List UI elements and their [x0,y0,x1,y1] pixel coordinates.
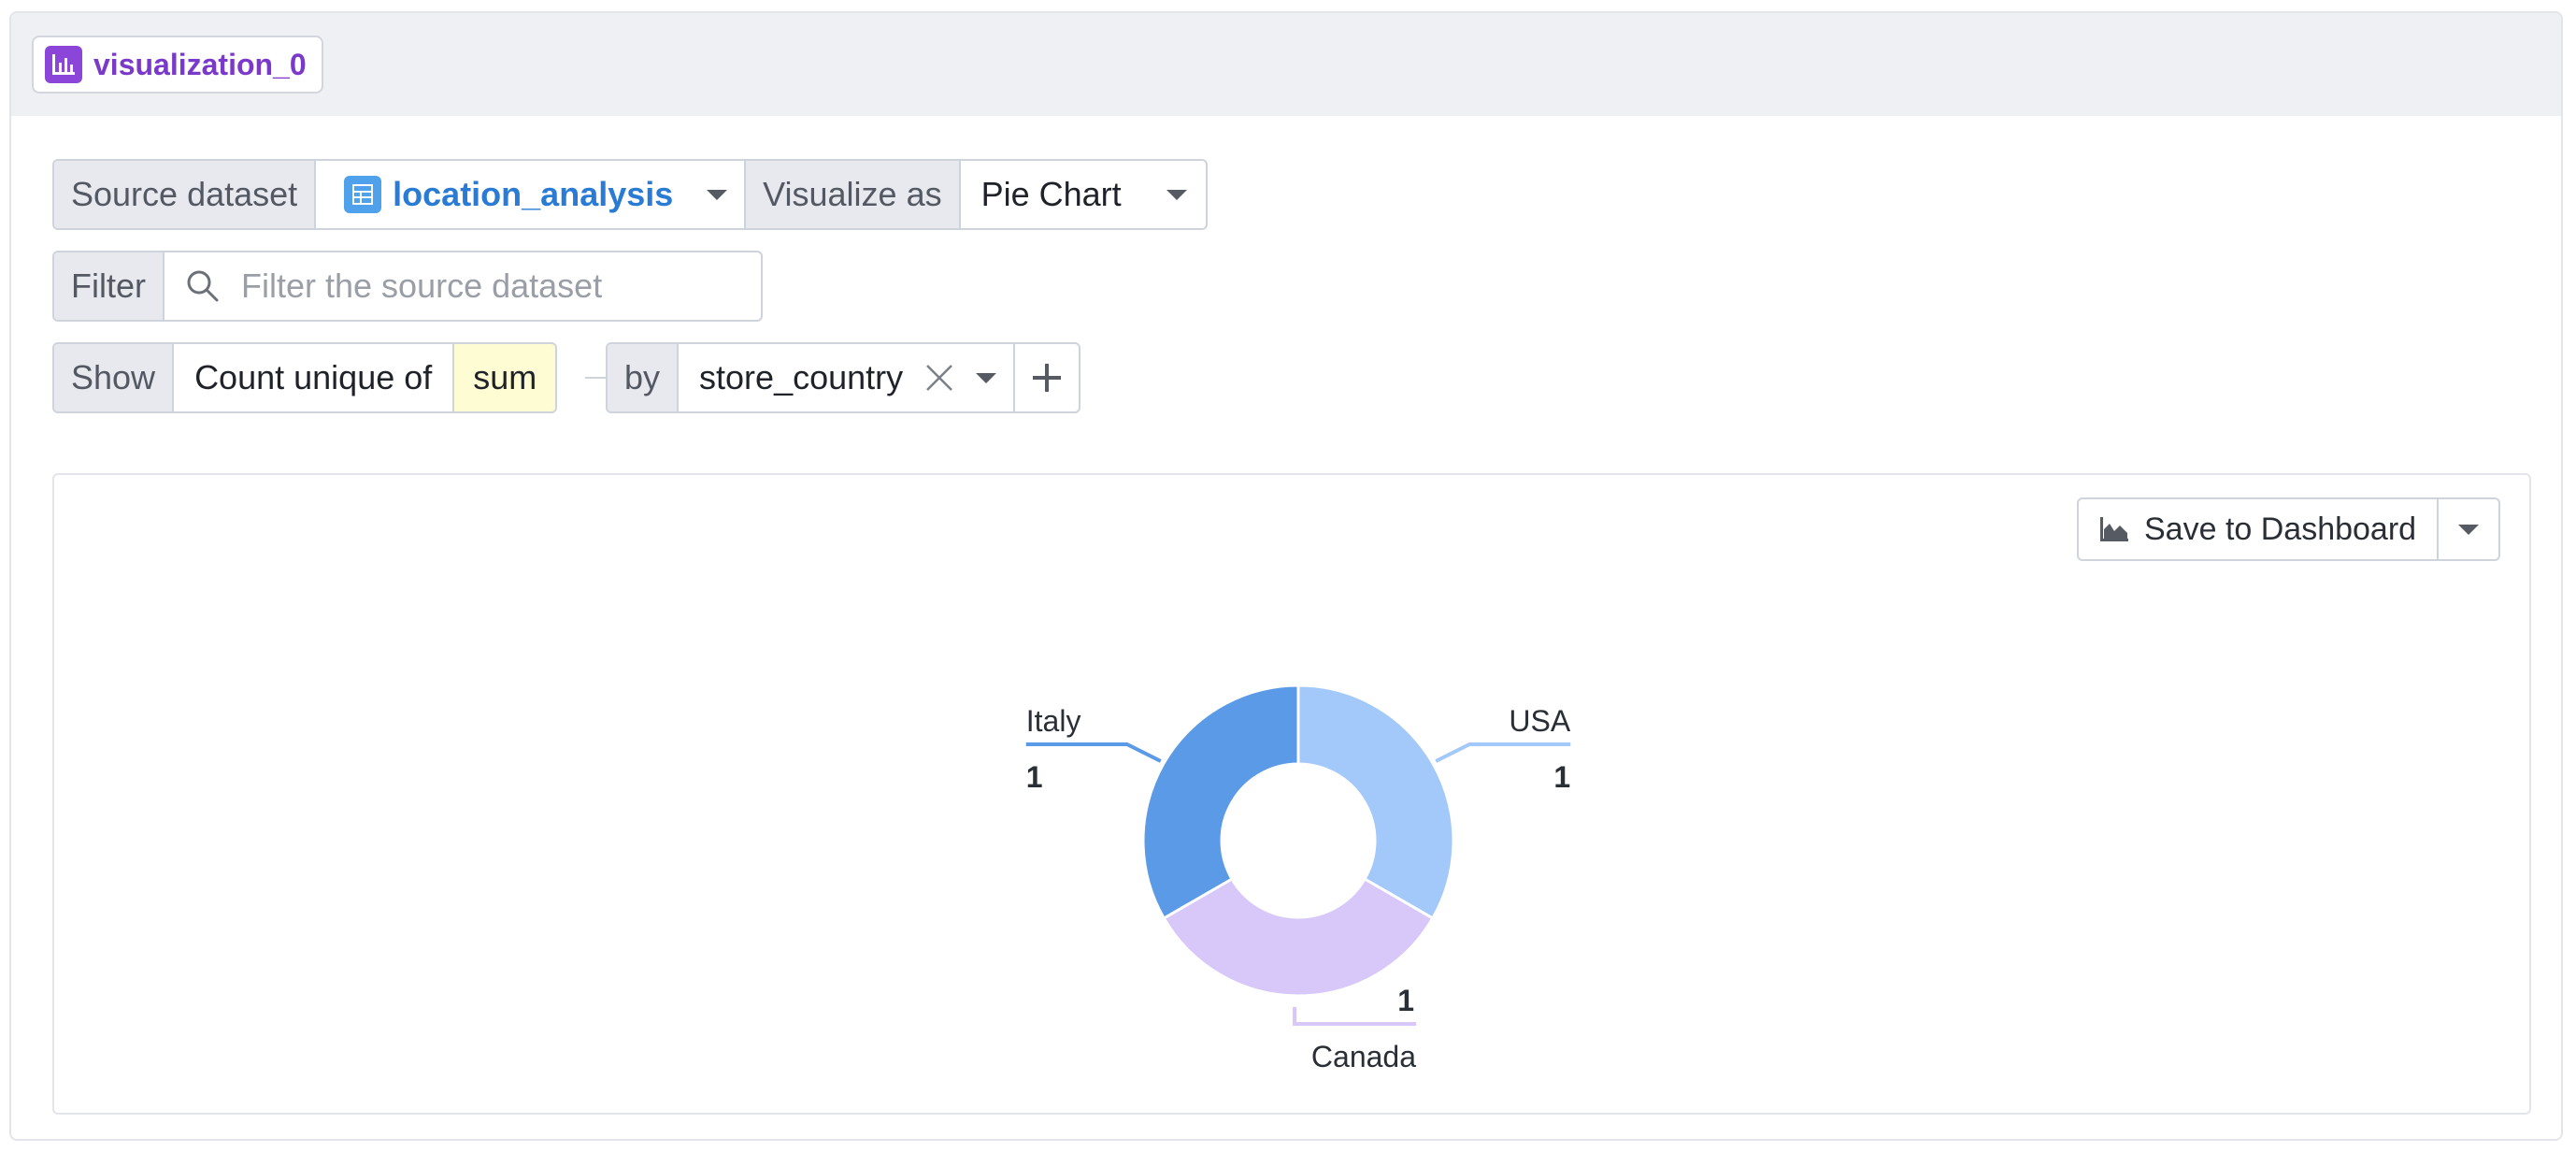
pie-chart: USA 1 Canada 1 Italy 1 [1026,684,1571,1073]
chevron-down-icon[interactable] [976,372,997,383]
filter-input[interactable]: Filter the source dataset [163,252,761,320]
connector-line [585,377,608,379]
slice-name-usa: USA [1509,704,1570,738]
slice-name-italy: Italy [1026,704,1081,738]
chart-type-select[interactable]: Pie Chart [958,161,1206,228]
chevron-down-icon [1166,189,1187,200]
show-row: Show Count unique of sum [52,342,558,413]
source-row: Source dataset location_analysis Visuali… [52,159,1208,230]
slice-label-italy: Italy 1 [1026,704,1162,794]
plus-icon [1033,364,1062,392]
visualize-as-label: Visualize as [744,161,959,228]
dataset-select[interactable]: location_analysis [314,161,744,228]
filter-row: Filter Filter the source dataset [52,251,763,322]
source-dataset-label: Source dataset [54,161,315,228]
group-by-value: store_country [699,358,904,396]
visualization-card: visualization_0 Source dataset location_… [9,11,2563,1141]
filter-label: Filter [54,252,163,320]
visualization-title-chip[interactable]: visualization_0 [32,36,323,94]
group-by-select[interactable]: store_country [677,344,1013,411]
add-group-button[interactable] [1013,344,1079,411]
aggregate-select[interactable]: Count unique of [172,344,452,411]
slice-value-italy: 1 [1026,760,1043,794]
table-icon [344,176,382,213]
dataset-name: location_analysis [393,175,674,213]
visualization-title: visualization_0 [93,47,307,81]
pie-slice-usa[interactable] [1296,684,1455,921]
pie-slice-italy[interactable] [1141,684,1300,921]
bar-chart-icon [45,46,82,83]
by-label: by [608,344,678,411]
show-label: Show [54,344,173,411]
slice-name-canada: Canada [1311,1040,1416,1073]
slice-value-canada: 1 [1397,984,1414,1017]
card-header: visualization_0 [11,13,2561,116]
clear-icon[interactable] [923,362,955,394]
filter-placeholder: Filter the source dataset [241,266,603,305]
measure-field[interactable]: sum [452,344,556,411]
slice-label-canada: Canada 1 [1293,984,1416,1073]
chart-panel: Save to Dashboard USA 1 Canada 1 Italy 1 [52,473,2531,1115]
group-by-row: by store_country [606,342,1081,413]
chart-type-value: Pie Chart [980,175,1122,213]
chevron-down-icon [707,189,728,200]
slice-value-usa: 1 [1553,760,1570,794]
search-icon [185,268,221,304]
slice-label-usa: USA 1 [1435,704,1571,794]
